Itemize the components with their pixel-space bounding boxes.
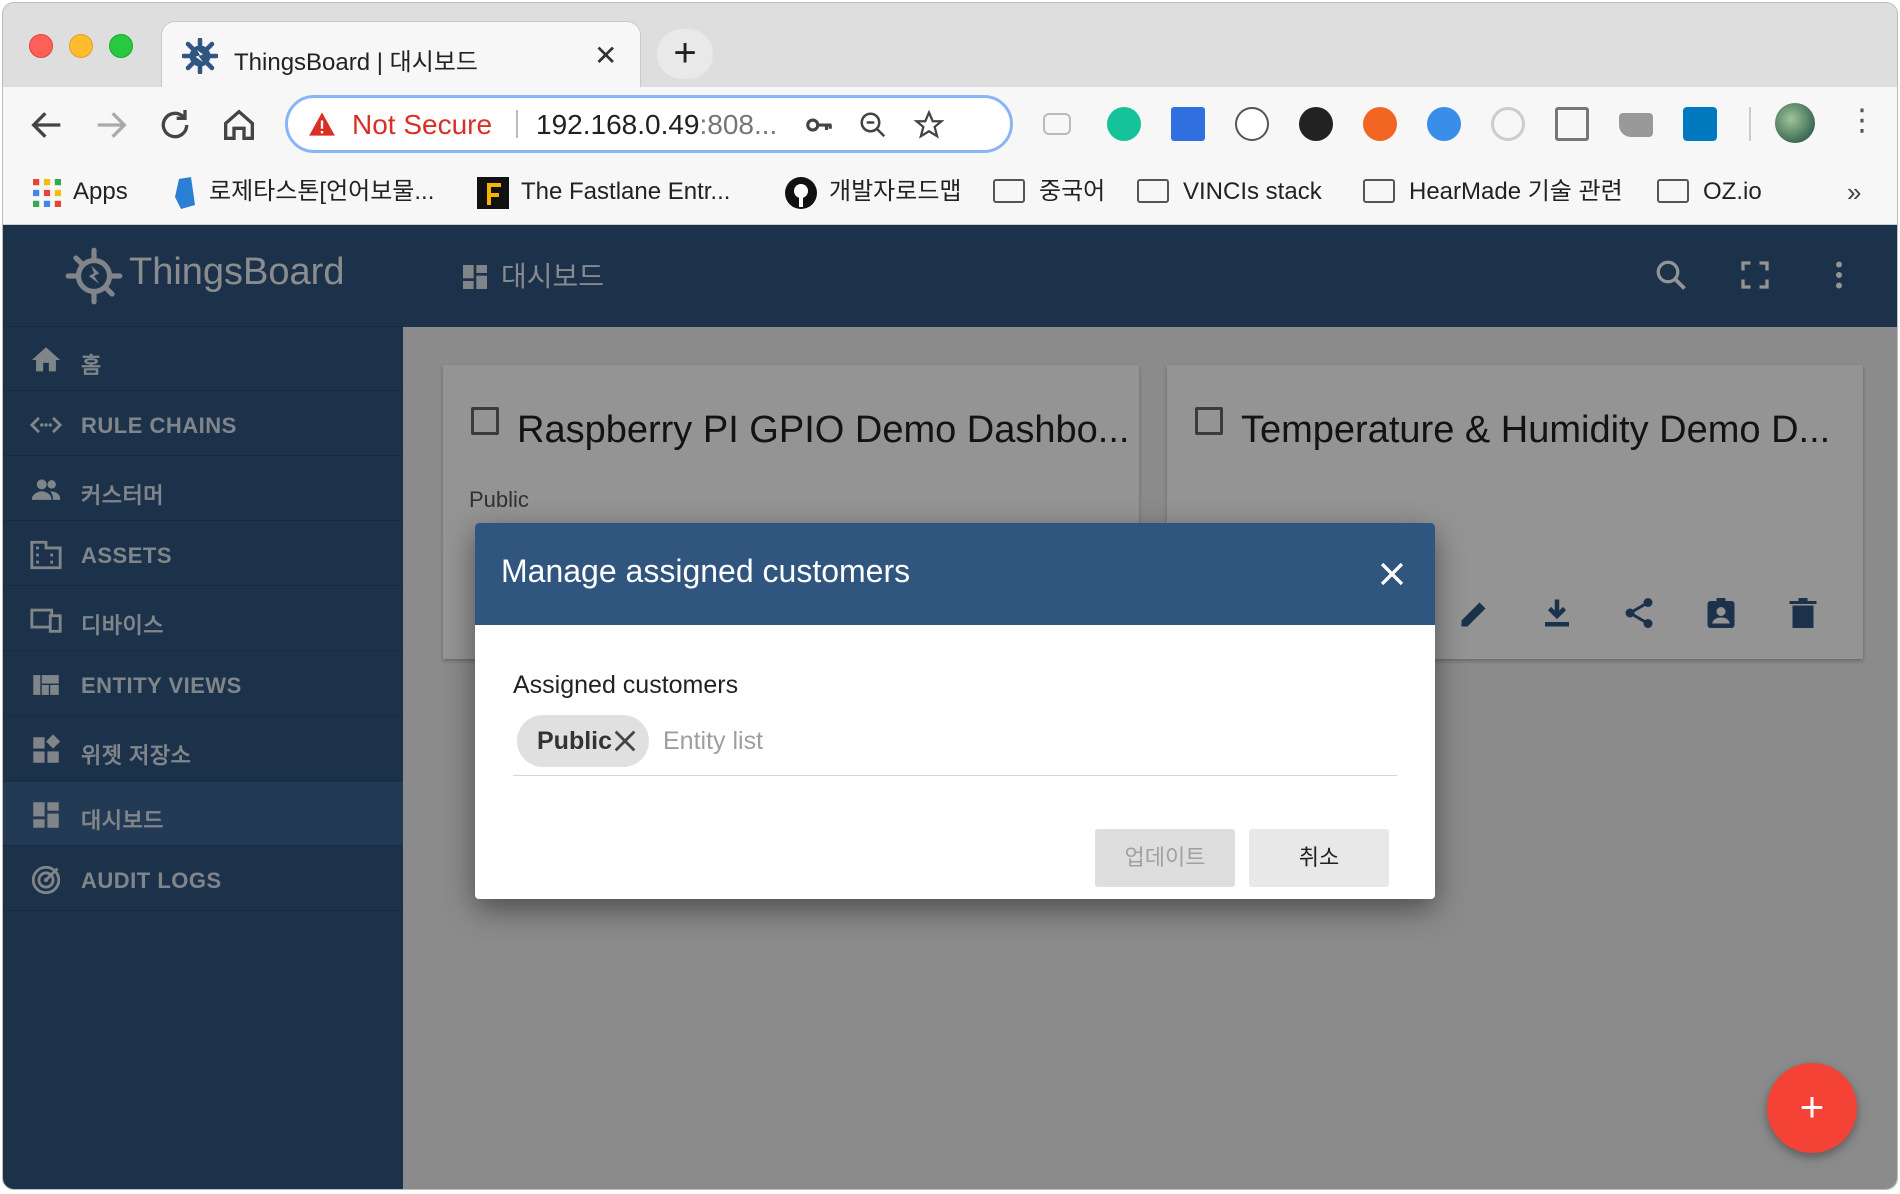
bookmark-label: 중국어 [1039, 178, 1106, 205]
minimize-window-button[interactable] [69, 34, 93, 58]
bookmark-extension-icon[interactable] [1171, 107, 1205, 141]
bookmark-label: 개발자로드맵 [829, 178, 962, 205]
input-underline [513, 775, 1397, 776]
browser-window: ThingsBoard | 대시보드 ✕ + Not Secure 192.16… [2, 2, 1898, 1190]
github-icon [785, 176, 817, 209]
bookmark-ozio[interactable]: OZ.io [1657, 175, 1762, 209]
close-window-button[interactable] [29, 34, 53, 58]
bookmark-star-icon[interactable] [914, 110, 944, 140]
url-host: 192.168.0.49 [536, 109, 700, 140]
browser-menu-icon[interactable]: ⋮ [1847, 101, 1877, 141]
bookmark-label: The Fastlane Entr... [521, 178, 731, 205]
not-secure-label[interactable]: Not Secure [352, 109, 492, 141]
bookmark-label: OZ.io [1703, 178, 1762, 205]
bookmark-chinese[interactable]: 중국어 [993, 175, 1105, 209]
window-extension-icon[interactable] [1555, 107, 1589, 141]
new-tab-button[interactable]: + [657, 29, 713, 79]
tab-strip: ThingsBoard | 대시보드 ✕ + [3, 3, 1897, 89]
update-button[interactable]: 업데이트 [1095, 829, 1235, 887]
reload-icon[interactable] [155, 105, 195, 145]
bookmark-vincis-stack[interactable]: VINCIs stack [1137, 175, 1322, 209]
g-extension-icon[interactable] [1491, 107, 1525, 141]
apps-grid-icon [33, 178, 61, 207]
more-bookmarks-icon[interactable]: » [1847, 175, 1861, 209]
cancel-button[interactable]: 취소 [1249, 829, 1389, 887]
trello-icon[interactable] [1683, 107, 1717, 141]
zoom-out-icon[interactable] [858, 110, 888, 140]
manage-customers-dialog: Manage assigned customers Assigned custo… [475, 523, 1435, 899]
add-dashboard-button[interactable]: + [1767, 1063, 1857, 1153]
json-viewer-icon[interactable] [1235, 107, 1269, 141]
bookmark-hearmade[interactable]: HearMade 기술 관련 [1363, 175, 1623, 209]
profile-avatar[interactable] [1775, 103, 1815, 143]
globe-extension-icon[interactable] [1427, 107, 1461, 141]
folder-icon [993, 178, 1025, 203]
warning-icon [309, 112, 335, 136]
folder-icon [1137, 178, 1169, 203]
bookmark-label: HearMade 기술 관련 [1409, 178, 1623, 205]
rosetta-icon [175, 176, 195, 209]
forward-icon[interactable] [91, 105, 131, 145]
bookmark-label: Apps [73, 178, 128, 205]
home-icon[interactable] [219, 105, 259, 145]
browser-toolbar: Not Secure 192.168.0.49:808... ⋮ [3, 87, 1897, 161]
close-icon[interactable] [1375, 557, 1409, 591]
zoom-window-button[interactable] [109, 34, 133, 58]
key-icon[interactable] [804, 110, 834, 140]
customer-chip[interactable]: Public [517, 715, 649, 767]
tab-title: ThingsBoard | 대시보드 [234, 49, 478, 76]
folder-icon [1363, 178, 1395, 203]
bookmarks-bar: Apps 로제타스톤[언어보물... The Fastlane Entr... … [3, 161, 1897, 225]
remove-chip-icon[interactable] [611, 727, 639, 755]
field-label: Assigned customers [513, 671, 739, 699]
bookmark-dev-roadmap[interactable]: 개발자로드맵 [785, 175, 961, 209]
extension-m-icon[interactable] [1043, 113, 1071, 135]
dialog-header: Manage assigned customers [475, 523, 1435, 625]
folder-icon [1657, 178, 1689, 203]
url-rest: :808... [699, 109, 778, 140]
browser-tab[interactable]: ThingsBoard | 대시보드 ✕ [161, 21, 641, 89]
omnibox-separator [516, 110, 518, 138]
back-icon[interactable] [27, 105, 67, 145]
dialog-title: Manage assigned customers [501, 553, 911, 589]
thingsboard-favicon-icon [182, 38, 218, 74]
entity-list-input[interactable] [663, 721, 1223, 761]
bookmark-apps[interactable]: Apps [33, 175, 128, 209]
tab-close-icon[interactable]: ✕ [594, 38, 617, 74]
toolbar-separator [1749, 107, 1751, 141]
bookmark-label: VINCIs stack [1183, 178, 1322, 205]
ubuntu-extension-icon[interactable] [1363, 107, 1397, 141]
bookmark-rosetta[interactable]: 로제타스톤[언어보물... [173, 175, 434, 209]
chip-label: Public [537, 727, 613, 755]
bookmark-fastlane[interactable]: The Fastlane Entr... [477, 175, 730, 209]
bookmark-label: 로제타스톤[언어보물... [209, 178, 435, 205]
grammarly-icon[interactable] [1107, 107, 1141, 141]
timer-extension-icon[interactable] [1299, 107, 1333, 141]
url-text[interactable]: 192.168.0.49:808... [536, 109, 777, 141]
tag-extension-icon[interactable] [1619, 113, 1653, 137]
fastlane-icon [477, 176, 509, 209]
address-bar[interactable]: Not Secure 192.168.0.49:808... [285, 95, 1013, 153]
